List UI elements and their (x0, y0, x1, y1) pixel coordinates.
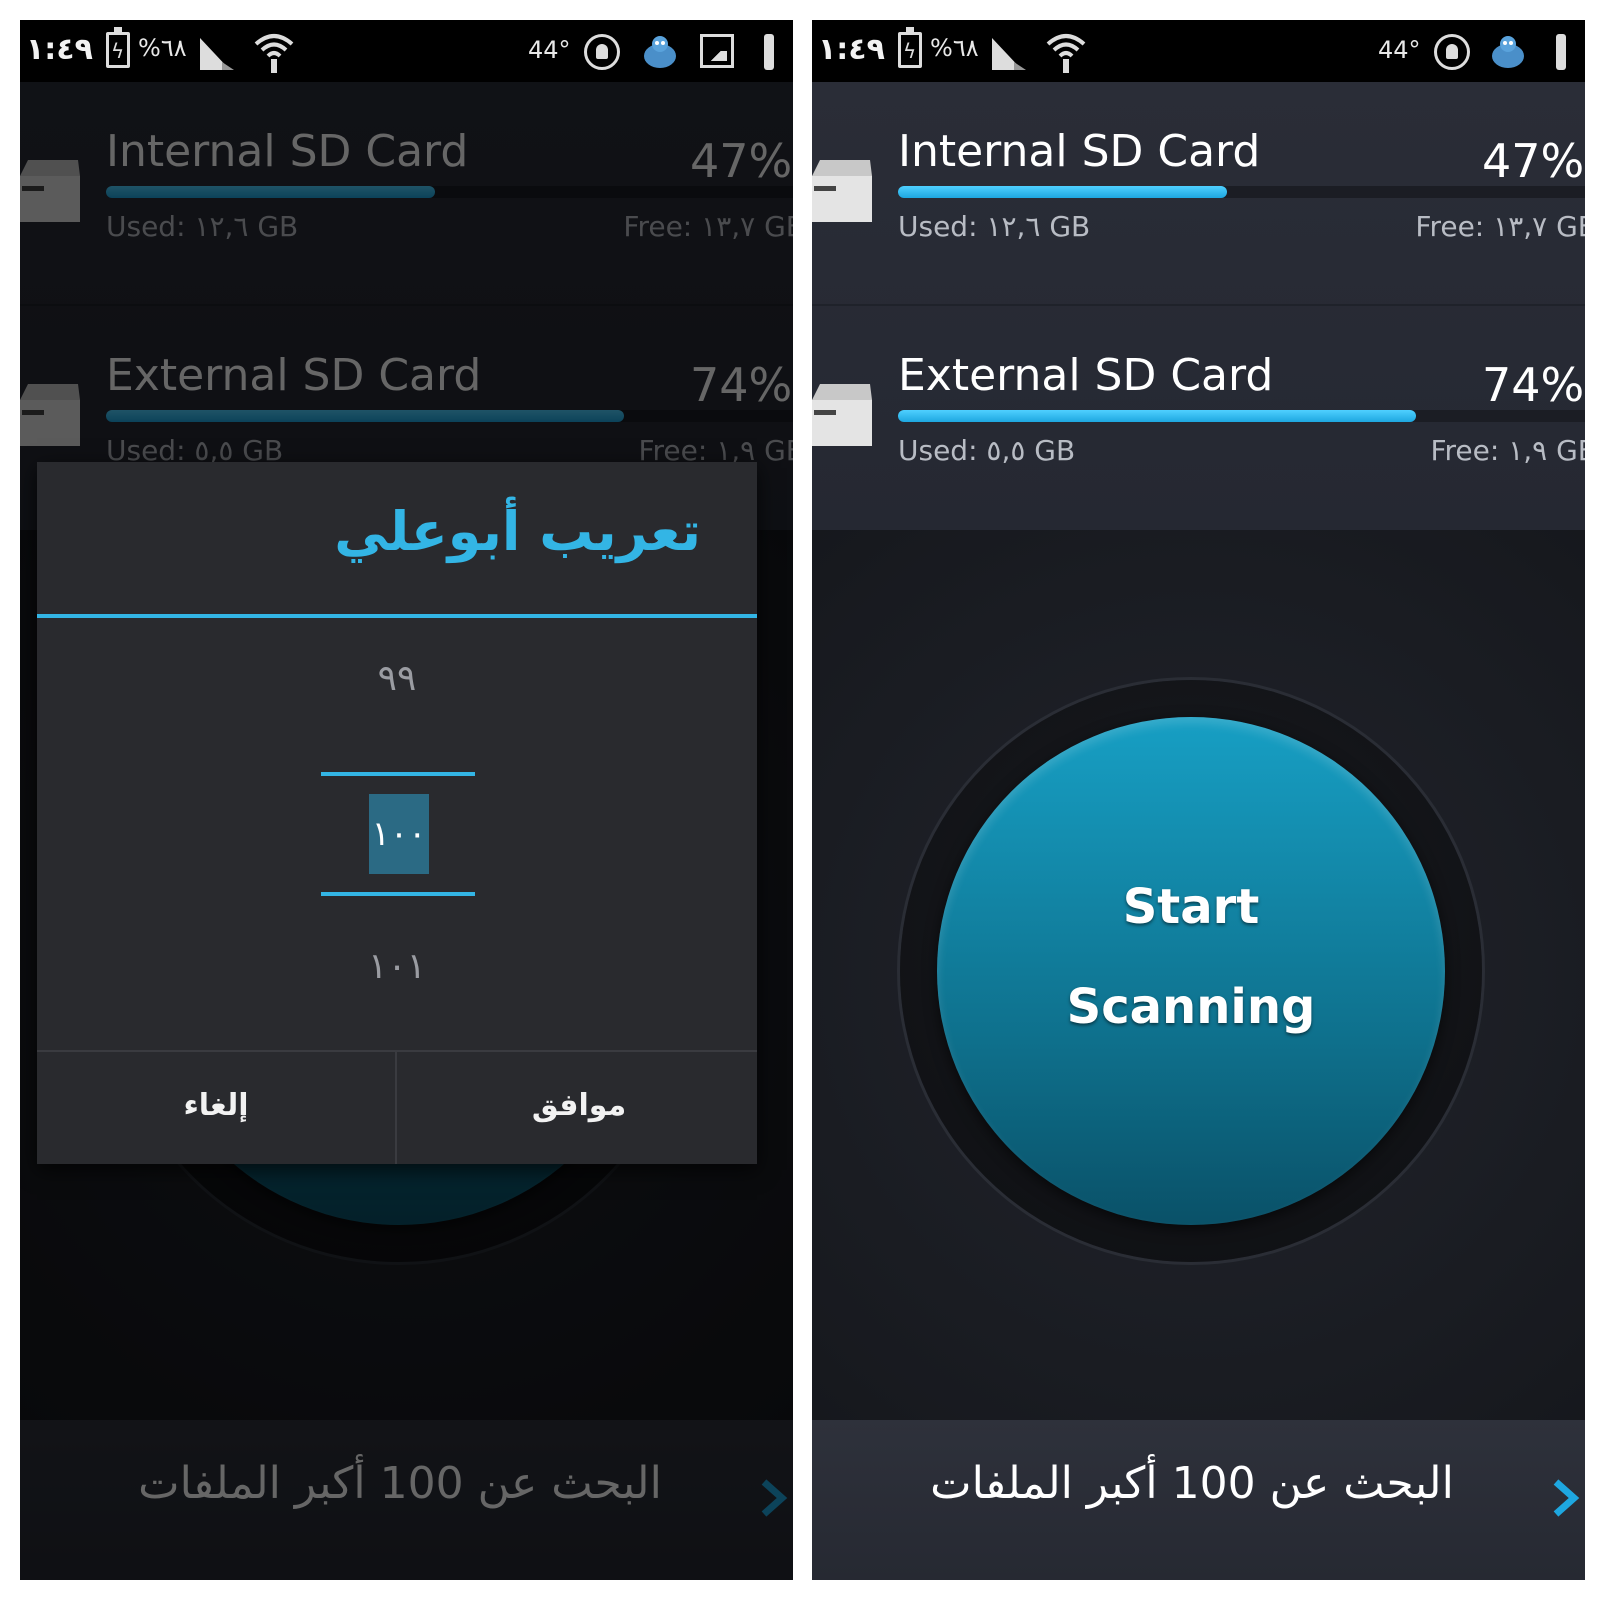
wifi-icon (254, 34, 294, 73)
wifi-icon (1046, 34, 1086, 73)
storage-drive-icon (812, 384, 872, 446)
status-temperature: 44° (1378, 36, 1421, 64)
signal-icon (200, 38, 234, 70)
bird-icon (644, 36, 676, 68)
status-temperature: 44° (528, 36, 571, 64)
bottom-bar[interactable]: البحث عن 100 أكبر الملفات (812, 1420, 1585, 1580)
shield-icon (584, 34, 620, 70)
dialog-buttons: إلغاء موافق (37, 1050, 757, 1164)
storage-percent: 74% (1482, 358, 1585, 412)
storage-item-external[interactable]: External SD Card 74% Used: ٥,٥ GB Free: … (812, 306, 1585, 530)
signal-icon (992, 38, 1026, 70)
scan-area: Start Scanning (812, 530, 1585, 1420)
dialog-title: تعريب أبوعلي (334, 500, 701, 563)
usb-icon (764, 34, 774, 70)
picker-current-value[interactable]: ١٠٠ (369, 794, 429, 874)
status-time: ١:٤٩ (26, 32, 93, 67)
battery-charging-icon: ϟ (106, 27, 130, 68)
battery-percent: %٦٨ (138, 34, 187, 62)
scan-button-label: Start (1122, 879, 1260, 935)
storage-drive-icon (812, 160, 872, 222)
phone-screen-dialog: ١:٤٩ ϟ %٦٨ 44° Internal SD Card 47% Used… (20, 20, 793, 1580)
scan-button-label: Scanning (1066, 979, 1316, 1035)
battery-charging-icon: ϟ (898, 27, 922, 68)
phone-screen-main: ١:٤٩ ϟ %٦٨ 44° Internal SD Card 47% Used… (812, 20, 1585, 1580)
storage-progress-fill (898, 410, 1416, 422)
storage-used: Used: ٥,٥ GB (898, 434, 1076, 467)
status-time: ١:٤٩ (818, 32, 885, 67)
cancel-button[interactable]: إلغاء (37, 1052, 397, 1164)
usb-icon (1556, 34, 1566, 70)
image-icon (700, 34, 734, 68)
dialog-divider (37, 614, 757, 618)
number-picker-dialog: تعريب أبوعلي ٩٩ ١٠٠ ١٠١ إلغاء موافق (37, 462, 757, 1164)
storage-progress-fill (898, 186, 1227, 198)
scan-ring: Start Scanning (900, 680, 1482, 1262)
storage-progress-track (898, 410, 1585, 422)
picker-previous-value[interactable]: ٩٩ (37, 658, 757, 699)
find-largest-files-label: البحث عن 100 أكبر الملفات (930, 1458, 1454, 1509)
storage-panel: Internal SD Card 47% Used: ١٢,٦ GB Free:… (812, 82, 1585, 530)
status-bar: ١:٤٩ ϟ %٦٨ 44° (812, 20, 1585, 82)
chevron-right-icon (1553, 1479, 1580, 1517)
ok-button[interactable]: موافق (399, 1052, 759, 1164)
storage-free: Free: ١٣,٧ GB (1415, 210, 1585, 243)
storage-progress-track (898, 186, 1585, 198)
picker-selection-line (321, 892, 475, 896)
status-bar: ١:٤٩ ϟ %٦٨ 44° (20, 20, 793, 82)
start-scanning-button[interactable]: Start Scanning (937, 717, 1445, 1225)
storage-percent: 47% (1482, 134, 1585, 188)
bird-icon (1492, 36, 1524, 68)
storage-used: Used: ١٢,٦ GB (898, 210, 1091, 243)
storage-free: Free: ١,٩ GB (1430, 434, 1585, 467)
picker-next-value[interactable]: ١٠١ (37, 946, 757, 987)
shield-icon (1434, 34, 1470, 70)
storage-name: Internal SD Card (898, 126, 1261, 177)
battery-percent: %٦٨ (930, 34, 979, 62)
storage-item-internal[interactable]: Internal SD Card 47% Used: ١٢,٦ GB Free:… (812, 82, 1585, 306)
picker-selection-line (321, 772, 475, 776)
storage-name: External SD Card (898, 350, 1274, 401)
